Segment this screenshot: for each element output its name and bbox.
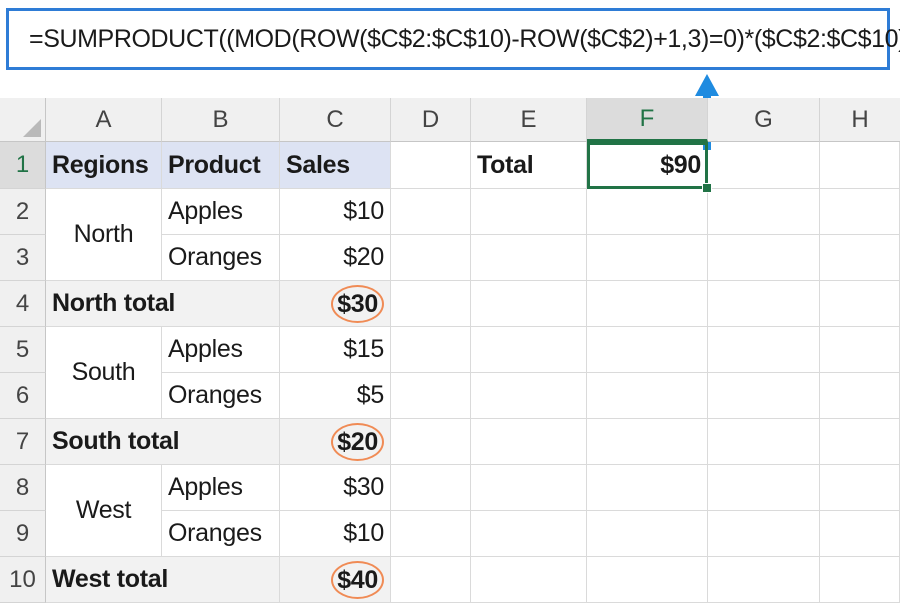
empty-cell[interactable]: [471, 557, 587, 603]
empty-cell[interactable]: [587, 235, 708, 281]
cell-c2[interactable]: $10: [280, 189, 391, 235]
empty-cell[interactable]: [708, 373, 820, 419]
empty-cell[interactable]: [820, 235, 900, 281]
empty-cell[interactable]: [391, 373, 471, 419]
cell-b2[interactable]: Apples: [162, 189, 280, 235]
formula-text: =SUMPRODUCT((MOD(ROW($C$2:$C$10)-ROW($C$…: [29, 24, 900, 53]
empty-cell[interactable]: [708, 189, 820, 235]
row-header-10[interactable]: 10: [0, 557, 46, 603]
empty-cell[interactable]: [708, 465, 820, 511]
empty-cell[interactable]: [587, 419, 708, 465]
cell-a2-merged[interactable]: North: [46, 189, 162, 281]
column-header-c[interactable]: C: [280, 98, 391, 142]
empty-cell[interactable]: [708, 557, 820, 603]
column-header-g[interactable]: G: [708, 98, 820, 142]
empty-cell[interactable]: [820, 327, 900, 373]
cell-a4-total-label[interactable]: North total: [46, 281, 280, 327]
row-header-9[interactable]: 9: [0, 511, 46, 557]
cell-b3[interactable]: Oranges: [162, 235, 280, 281]
empty-cell[interactable]: [587, 373, 708, 419]
empty-cell[interactable]: [391, 557, 471, 603]
cell-c7-total[interactable]: $20: [280, 419, 391, 465]
empty-cell[interactable]: [708, 511, 820, 557]
empty-cell[interactable]: [587, 557, 708, 603]
empty-cell[interactable]: [587, 511, 708, 557]
select-all-corner[interactable]: [0, 98, 46, 142]
cell-a10-total-label[interactable]: West total: [46, 557, 280, 603]
column-header-a[interactable]: A: [46, 98, 162, 142]
empty-cell[interactable]: [471, 511, 587, 557]
empty-cell[interactable]: [708, 327, 820, 373]
empty-cell[interactable]: [820, 465, 900, 511]
empty-cell[interactable]: [471, 465, 587, 511]
empty-cell[interactable]: [391, 281, 471, 327]
column-header-e[interactable]: E: [471, 98, 587, 142]
empty-cell[interactable]: [587, 327, 708, 373]
empty-cell[interactable]: [391, 419, 471, 465]
cell-a1[interactable]: Regions: [46, 142, 162, 189]
cell-c9[interactable]: $10: [280, 511, 391, 557]
empty-cell[interactable]: [587, 465, 708, 511]
empty-cell[interactable]: [471, 281, 587, 327]
empty-cell[interactable]: [391, 142, 471, 189]
cell-a5-merged[interactable]: South: [46, 327, 162, 419]
highlight-circle: $40: [331, 560, 384, 599]
column-header-d[interactable]: D: [391, 98, 471, 142]
empty-cell[interactable]: [587, 189, 708, 235]
empty-cell[interactable]: [820, 511, 900, 557]
cell-f1[interactable]: $90: [587, 142, 708, 189]
empty-cell[interactable]: [820, 142, 900, 189]
column-header-f[interactable]: F: [587, 98, 708, 142]
empty-cell[interactable]: [471, 235, 587, 281]
column-header-b[interactable]: B: [162, 98, 280, 142]
row-header-3[interactable]: 3: [0, 235, 46, 281]
formula-bar[interactable]: =SUMPRODUCT((MOD(ROW($C$2:$C$10)-ROW($C$…: [6, 8, 900, 70]
row-header-2[interactable]: 2: [0, 189, 46, 235]
cell-b6[interactable]: Oranges: [162, 373, 280, 419]
empty-cell[interactable]: [708, 281, 820, 327]
empty-cell[interactable]: [820, 419, 900, 465]
column-header-h[interactable]: H: [820, 98, 900, 142]
cell-c1[interactable]: Sales: [280, 142, 391, 189]
empty-cell[interactable]: [820, 189, 900, 235]
empty-cell[interactable]: [820, 557, 900, 603]
highlight-circle: $30: [331, 284, 384, 323]
empty-cell[interactable]: [391, 189, 471, 235]
empty-cell[interactable]: [708, 419, 820, 465]
empty-cell[interactable]: [708, 235, 820, 281]
cell-b5[interactable]: Apples: [162, 327, 280, 373]
row-header-1[interactable]: 1: [0, 142, 46, 189]
highlight-circle: $20: [331, 422, 384, 461]
empty-cell[interactable]: [820, 281, 900, 327]
row-header-6[interactable]: 6: [0, 373, 46, 419]
empty-cell[interactable]: [820, 373, 900, 419]
cell-b9[interactable]: Oranges: [162, 511, 280, 557]
empty-cell[interactable]: [391, 327, 471, 373]
cell-c5[interactable]: $15: [280, 327, 391, 373]
empty-cell[interactable]: [471, 327, 587, 373]
cell-c3[interactable]: $20: [280, 235, 391, 281]
cell-c4-total[interactable]: $30: [280, 281, 391, 327]
empty-cell[interactable]: [471, 419, 587, 465]
empty-cell[interactable]: [471, 189, 587, 235]
cell-b1[interactable]: Product: [162, 142, 280, 189]
empty-cell[interactable]: [391, 511, 471, 557]
cell-a7-total-label[interactable]: South total: [46, 419, 280, 465]
fill-handle[interactable]: [702, 183, 712, 193]
row-header-7[interactable]: 7: [0, 419, 46, 465]
cell-a8-merged[interactable]: West: [46, 465, 162, 557]
row-header-5[interactable]: 5: [0, 327, 46, 373]
empty-cell[interactable]: [391, 465, 471, 511]
empty-cell[interactable]: [471, 373, 587, 419]
row-header-4[interactable]: 4: [0, 281, 46, 327]
cell-c6[interactable]: $5: [280, 373, 391, 419]
cell-c10-total[interactable]: $40: [280, 557, 391, 603]
cell-c8[interactable]: $30: [280, 465, 391, 511]
cell-e1[interactable]: Total: [471, 142, 587, 189]
row-header-8[interactable]: 8: [0, 465, 46, 511]
empty-cell[interactable]: [391, 235, 471, 281]
empty-cell[interactable]: [708, 142, 820, 189]
empty-cell[interactable]: [587, 281, 708, 327]
cell-b8[interactable]: Apples: [162, 465, 280, 511]
